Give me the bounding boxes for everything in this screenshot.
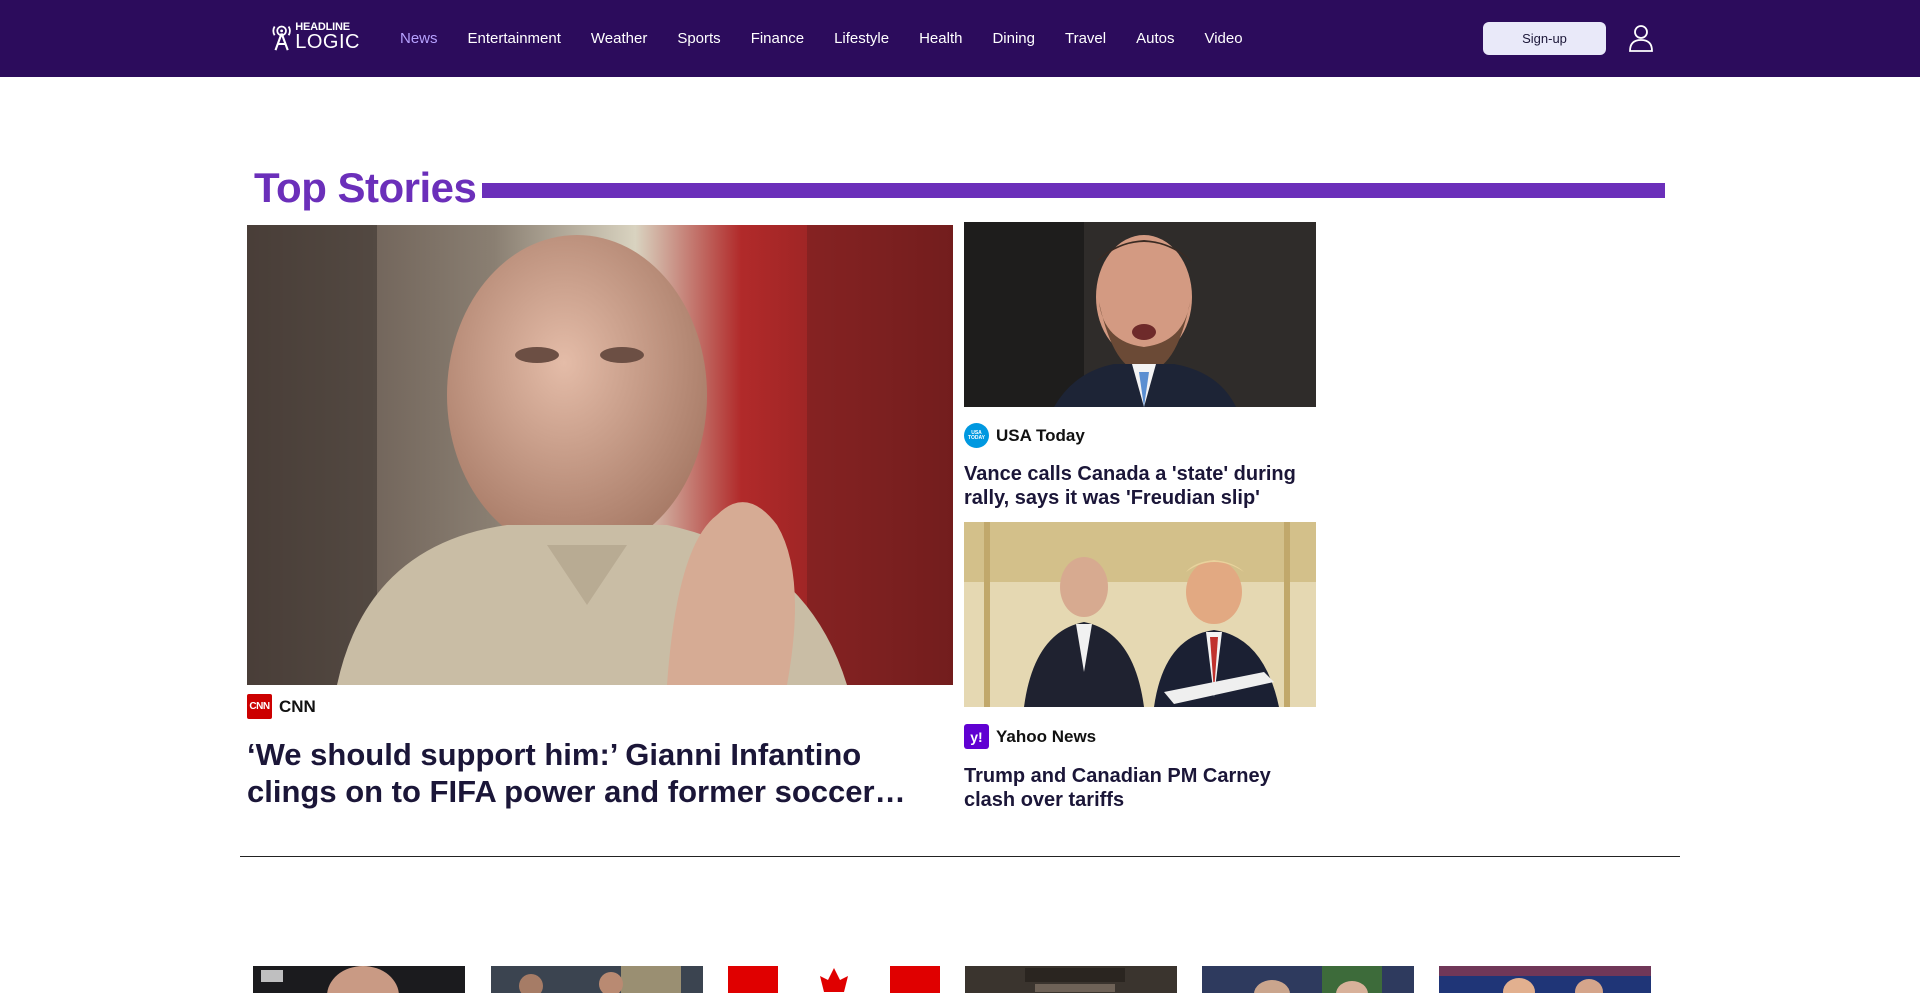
nav-item-weather[interactable]: Weather — [576, 30, 662, 47]
main-nav: News Entertainment Weather Sports Financ… — [385, 0, 1258, 77]
headline-logic-logo-icon — [272, 25, 291, 51]
nav-item-entertainment[interactable]: Entertainment — [453, 30, 576, 47]
source-name: CNN — [279, 696, 316, 716]
thumbnail-2[interactable] — [491, 966, 703, 993]
side-story-1-title[interactable]: Vance calls Canada a 'state' during rall… — [964, 462, 1304, 510]
side-story-2-image[interactable] — [964, 522, 1316, 707]
nav-item-dining[interactable]: Dining — [977, 30, 1050, 47]
cnn-logo-icon: CNN — [247, 694, 272, 719]
top-navigation-bar: HEADLINE LOGIC News Entertainment Weathe… — [0, 0, 1920, 77]
nav-item-news[interactable]: News — [385, 30, 453, 47]
thumbnail-6-photo — [1439, 966, 1651, 993]
thumbnail-3[interactable] — [728, 966, 940, 993]
section-title-bar — [482, 183, 1665, 198]
user-icon[interactable] — [1628, 24, 1654, 52]
thumbnail-5-photo — [1202, 966, 1414, 993]
main-story-source[interactable]: CNN CNN — [247, 694, 316, 719]
signup-button[interactable]: Sign-up — [1483, 22, 1606, 55]
source-name: Yahoo News — [996, 726, 1097, 746]
nav-item-travel[interactable]: Travel — [1050, 30, 1121, 47]
nav-item-sports[interactable]: Sports — [662, 30, 735, 47]
thumbnail-4[interactable] — [965, 966, 1177, 993]
nav-item-lifestyle[interactable]: Lifestyle — [819, 30, 904, 47]
side-story-1-image[interactable] — [964, 222, 1316, 407]
nav-item-health[interactable]: Health — [904, 30, 977, 47]
side-story-1-photo — [964, 222, 1316, 407]
side-story-1-source[interactable]: USA TODAY USA Today — [964, 423, 1085, 448]
usa-today-logo-icon: USA TODAY — [964, 423, 989, 448]
main-story-photo — [247, 225, 953, 685]
section-divider — [240, 856, 1680, 857]
thumbnail-3-photo — [728, 966, 940, 993]
thumbnail-1[interactable] — [253, 966, 465, 993]
site-logo[interactable]: HEADLINE LOGIC — [272, 20, 360, 54]
section-title: Top Stories — [254, 164, 477, 211]
nav-item-autos[interactable]: Autos — [1121, 30, 1189, 47]
thumbnail-5[interactable] — [1202, 966, 1414, 993]
thumbnail-1-photo — [253, 966, 465, 993]
yahoo-logo-icon: y! — [964, 724, 989, 749]
side-story-2-title[interactable]: Trump and Canadian PM Carney clash over … — [964, 764, 1304, 812]
thumbnail-2-photo — [491, 966, 703, 993]
nav-item-video[interactable]: Video — [1189, 30, 1257, 47]
source-name: USA Today — [996, 425, 1085, 445]
main-story-image[interactable] — [247, 225, 953, 685]
thumbnail-4-photo — [965, 966, 1177, 993]
nav-item-finance[interactable]: Finance — [736, 30, 819, 47]
logo-wordmark-bottom: LOGIC — [295, 31, 360, 53]
main-story-title[interactable]: ‘We should support him:’ Gianni Infantin… — [247, 736, 957, 810]
side-story-2-photo — [964, 522, 1316, 707]
thumbnail-6[interactable] — [1439, 966, 1651, 993]
side-story-2-source[interactable]: y! Yahoo News — [964, 724, 1096, 749]
